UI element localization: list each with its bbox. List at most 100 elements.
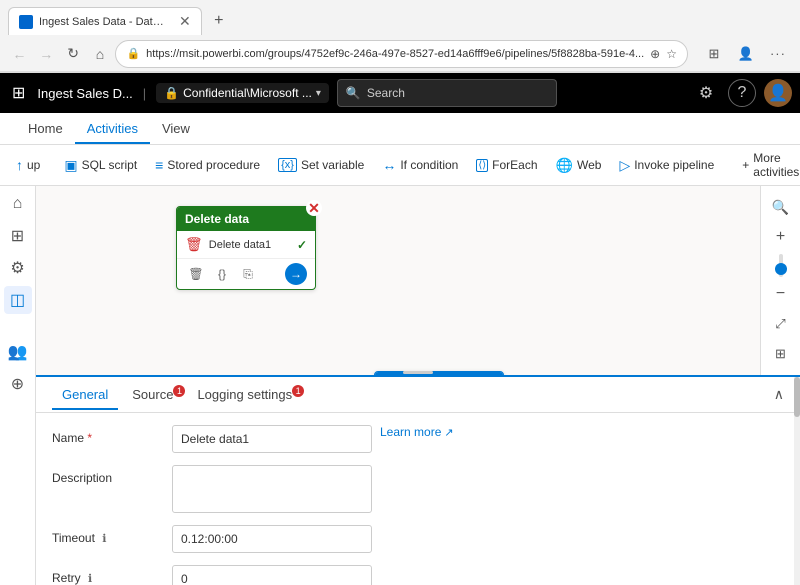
more-icon: + [742, 158, 749, 172]
form-row-description: Description [52, 465, 784, 513]
browser-menu-button[interactable]: ··· [764, 40, 792, 68]
delete-data-node[interactable]: Delete data 🗑 Delete data1 ✓ 🗑 {} ⎘ → [176, 206, 316, 290]
toolbar-set-variable-button[interactable]: {x} Set variable [270, 154, 372, 176]
web-icon: 🌐 [556, 157, 573, 174]
sql-icon: ▣ [64, 157, 77, 174]
canvas-search-button[interactable]: 🔍 [768, 194, 794, 220]
browser-controls: ← → ↻ ⌂ 🔒 https://msit.powerbi.com/group… [0, 36, 800, 72]
ribbon-tabs: Home Activities View [0, 113, 800, 145]
home-button[interactable]: ⌂ [89, 40, 112, 68]
name-input[interactable] [172, 425, 372, 453]
toolbar-stored-procedure-button[interactable]: ≡ Stored procedure [147, 153, 268, 177]
ribbon-toolbar: ↑ up ▣ SQL script ≡ Stored procedure {x}… [0, 145, 800, 185]
sidebar-icon-data[interactable]: ⊞ [4, 222, 32, 250]
foreach-icon: ⟨⟩ [476, 159, 488, 172]
connection-arrows [36, 186, 800, 375]
canvas-and-panel: Delete data 🗑 Delete data1 ✓ 🗑 {} ⎘ → [36, 186, 800, 585]
sidebar-icon-factory[interactable]: ⚙ [4, 254, 32, 282]
zoom-slider-thumb [775, 263, 787, 275]
zoom-slider[interactable] [779, 254, 783, 277]
delete-node-code-btn[interactable]: {} [211, 263, 233, 285]
user-avatar[interactable]: 👤 [764, 79, 792, 107]
invoke-icon: ▷ [619, 157, 630, 174]
reload-button[interactable]: ↻ [62, 40, 85, 68]
ribbon-area: Home Activities View ↑ up ▣ SQL script ≡… [0, 113, 800, 186]
up-label: up [27, 158, 40, 172]
sidebar-icon-layers[interactable]: ◫ [4, 286, 32, 314]
delete-node-connect-btn[interactable]: → [285, 263, 307, 285]
forward-button[interactable]: → [35, 40, 58, 68]
tab-title: Ingest Sales Data - Data enginee... [39, 16, 169, 28]
panel-tab-general[interactable]: General [52, 381, 118, 410]
delete-node-toolbar: 🗑 {} ⎘ → [177, 259, 315, 289]
toolbar-more-activities-button[interactable]: + More activities ▾ [734, 147, 800, 183]
profile-icon: ⊕ [650, 47, 660, 61]
retry-input[interactable] [172, 565, 372, 585]
timeout-info-icon[interactable]: ℹ [102, 533, 106, 545]
help-button[interactable]: ? [728, 79, 756, 107]
form-row-timeout: Timeout ℹ [52, 525, 784, 553]
sql-label: SQL script [82, 158, 138, 172]
web-label: Web [577, 158, 601, 172]
panel-close-button[interactable]: ∧ [774, 386, 784, 403]
tab-view[interactable]: View [150, 115, 202, 144]
delete-node-body: 🗑 Delete data1 ✓ [177, 231, 315, 259]
panel-tab-source[interactable]: Source 1 [122, 381, 183, 410]
external-link-icon: ↗ [444, 426, 453, 439]
delete-node-icon: 🗑 [185, 236, 203, 253]
search-icon: 🔍 [346, 86, 361, 100]
fit-canvas-button[interactable]: ⤢ [768, 311, 794, 337]
back-button[interactable]: ← [8, 40, 31, 68]
toolbar-invoke-pipeline-button[interactable]: ▷ Invoke pipeline [611, 153, 722, 178]
delete-node-copy-btn[interactable]: ⎘ [237, 263, 259, 285]
waffle-menu-button[interactable]: ⊞ [8, 79, 29, 107]
org-name: Confidential\Microsoft ... [183, 86, 312, 100]
timeout-input[interactable] [172, 525, 372, 553]
url-text: https://msit.powerbi.com/groups/4752ef9c… [146, 48, 644, 60]
app-shell: ⊞ Ingest Sales D... | 🔒 Confidential\Mic… [0, 73, 800, 585]
sidebar-icon-people[interactable]: 👥 [4, 338, 32, 366]
toolbar-up-button[interactable]: ↑ up [8, 153, 48, 177]
browser-actions: ⊞ 👤 ··· [700, 40, 792, 68]
toolbar-sql-script-button[interactable]: ▣ SQL script [56, 153, 145, 178]
delete-node-status: ✓ [297, 238, 307, 252]
settings-button[interactable]: ⚙ [692, 79, 720, 107]
tab-favicon [19, 15, 33, 29]
address-bar[interactable]: 🔒 https://msit.powerbi.com/groups/4752ef… [115, 40, 688, 68]
zoom-out-button[interactable]: − [768, 281, 794, 307]
sidebar-icon-home[interactable]: ⌂ [4, 190, 32, 218]
tab-home[interactable]: Home [16, 115, 75, 144]
toolbar-web-button[interactable]: 🌐 Web [548, 153, 610, 178]
extensions-button[interactable]: ⊞ [700, 40, 728, 68]
tab-activities[interactable]: Activities [75, 115, 150, 144]
org-selector[interactable]: 🔒 Confidential\Microsoft ... ▾ [156, 83, 329, 103]
delete-node-container[interactable]: Delete data 🗑 Delete data1 ✓ 🗑 {} ⎘ → [176, 206, 316, 290]
retry-info-icon[interactable]: ℹ [88, 573, 92, 585]
delete-node-error-badge: ✕ [306, 200, 322, 216]
zoom-in-button[interactable]: + [768, 224, 794, 250]
learn-more-link[interactable]: Learn more ↗ [380, 425, 454, 439]
org-chevron-icon: ▾ [316, 88, 321, 99]
app-divider: | [143, 86, 146, 101]
global-search[interactable]: 🔍 Search [337, 79, 557, 107]
profile-button[interactable]: 👤 [732, 40, 760, 68]
name-label: Name * [52, 425, 172, 445]
toolbar-if-condition-button[interactable]: ↔ If condition [374, 153, 466, 177]
sidebar-icon-settings[interactable]: ⊕ [4, 370, 32, 398]
tab-close-button[interactable]: ✕ [179, 13, 191, 30]
panel-tab-logging[interactable]: Logging settings 1 [187, 381, 302, 410]
grid-view-button[interactable]: ⊞ [768, 341, 794, 367]
delete-node-header: Delete data [177, 207, 315, 231]
panel-content: Name * Learn more ↗ Description [36, 413, 800, 585]
delete-node-delete-btn[interactable]: 🗑 [185, 263, 207, 285]
panel-scrollbar[interactable] [794, 377, 800, 585]
more-label: More activities [753, 151, 799, 179]
browser-tab-active[interactable]: Ingest Sales Data - Data enginee... ✕ [8, 7, 202, 35]
invoke-label: Invoke pipeline [634, 158, 714, 172]
toolbar-foreach-button[interactable]: ⟨⟩ ForEach [468, 154, 545, 176]
set-var-icon: {x} [278, 158, 297, 172]
description-input[interactable] [172, 465, 372, 513]
new-tab-button[interactable]: + [206, 8, 232, 34]
app-bar: ⊞ Ingest Sales D... | 🔒 Confidential\Mic… [0, 73, 800, 113]
logging-badge: 1 [292, 385, 304, 397]
